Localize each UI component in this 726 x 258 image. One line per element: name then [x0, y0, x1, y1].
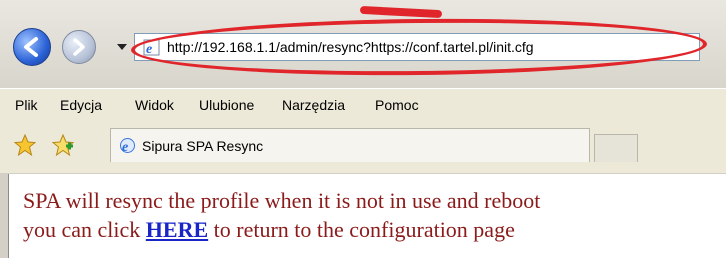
here-link[interactable]: HERE — [146, 217, 208, 242]
message-line-2-prefix: you can click — [23, 217, 146, 242]
message-line-2-suffix: to return to the configuration page — [208, 217, 515, 242]
menu-plik[interactable]: Plik — [15, 97, 38, 113]
svg-text:e: e — [122, 140, 128, 154]
menu-widok[interactable]: Widok — [135, 97, 174, 113]
back-button[interactable] — [13, 28, 51, 66]
highlight-annotation-stroke — [359, 5, 443, 19]
new-tab-button[interactable] — [594, 134, 638, 162]
menu-narzedzia[interactable]: Narzędzia — [282, 97, 345, 113]
history-dropdown-icon[interactable] — [117, 44, 127, 50]
forward-button[interactable] — [62, 30, 96, 64]
ie-page-icon: e — [120, 138, 135, 154]
back-arrow-icon — [24, 37, 38, 57]
highlight-annotation-ring — [130, 15, 708, 79]
tab-sipura-resync[interactable]: e Sipura SPA Resync — [110, 128, 590, 162]
tab-title: Sipura SPA Resync — [142, 138, 264, 154]
menu-bar: Plik Edycja Widok Ulubione Narzędzia Pom… — [0, 88, 726, 122]
menu-ulubione[interactable]: Ulubione — [199, 97, 254, 113]
favorites-star-icon[interactable] — [14, 134, 36, 156]
resync-message: SPA will resync the profile when it is n… — [23, 186, 723, 244]
page-content: SPA will resync the profile when it is n… — [8, 174, 726, 258]
navigation-toolbar: e http://192.168.1.1/admin/resync?https:… — [0, 0, 726, 88]
message-line-1: SPA will resync the profile when it is n… — [23, 188, 541, 213]
forward-arrow-icon — [73, 38, 85, 56]
menu-pomoc[interactable]: Pomoc — [375, 97, 419, 113]
menu-edycja[interactable]: Edycja — [60, 97, 102, 113]
add-favorite-icon[interactable] — [52, 134, 74, 156]
